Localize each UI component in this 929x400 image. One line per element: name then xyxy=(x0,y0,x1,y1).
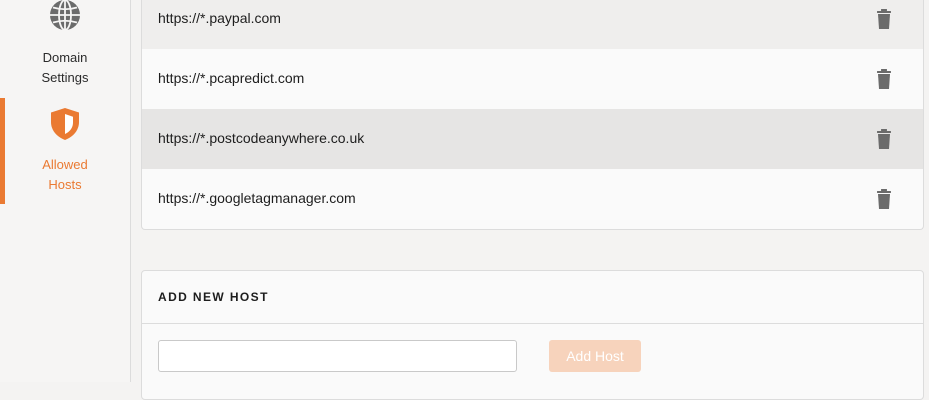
host-url: https://*.pcapredict.com xyxy=(158,70,305,86)
label-line-2: Settings xyxy=(41,70,89,85)
table-row: https://*.postcodeanywhere.co.uk xyxy=(142,109,923,169)
sidebar-item-label: Allowed Hosts xyxy=(42,155,88,195)
sidebar: Domain Settings Allowed Hosts xyxy=(0,0,131,382)
trash-icon[interactable] xyxy=(875,129,893,149)
allowed-hosts-list: https://*.paypal.com https://*.pcapredic… xyxy=(141,0,924,230)
label-line-2: Hosts xyxy=(48,177,82,192)
shield-icon xyxy=(51,108,79,140)
new-host-input[interactable] xyxy=(158,340,517,372)
globe-icon xyxy=(50,0,80,31)
divider xyxy=(142,323,923,324)
add-host-panel: ADD NEW HOST Add Host xyxy=(141,270,924,400)
trash-icon[interactable] xyxy=(875,189,893,209)
trash-icon[interactable] xyxy=(875,69,893,89)
label-line-1: Allowed xyxy=(42,157,88,172)
table-row: https://*.googletagmanager.com xyxy=(142,169,923,229)
section-title: ADD NEW HOST xyxy=(158,290,269,304)
sidebar-item-allowed-hosts[interactable]: Allowed Hosts xyxy=(0,107,130,195)
host-url: https://*.googletagmanager.com xyxy=(158,190,356,206)
add-host-button[interactable]: Add Host xyxy=(549,340,641,372)
host-url: https://*.postcodeanywhere.co.uk xyxy=(158,130,365,146)
sidebar-item-domain-settings[interactable]: Domain Settings xyxy=(0,0,130,88)
table-row: https://*.pcapredict.com xyxy=(142,49,923,109)
trash-icon[interactable] xyxy=(875,9,893,29)
label-line-1: Domain xyxy=(42,50,88,65)
table-row: https://*.paypal.com xyxy=(142,0,923,49)
sidebar-item-label: Domain Settings xyxy=(42,48,89,88)
host-url: https://*.paypal.com xyxy=(158,10,281,26)
